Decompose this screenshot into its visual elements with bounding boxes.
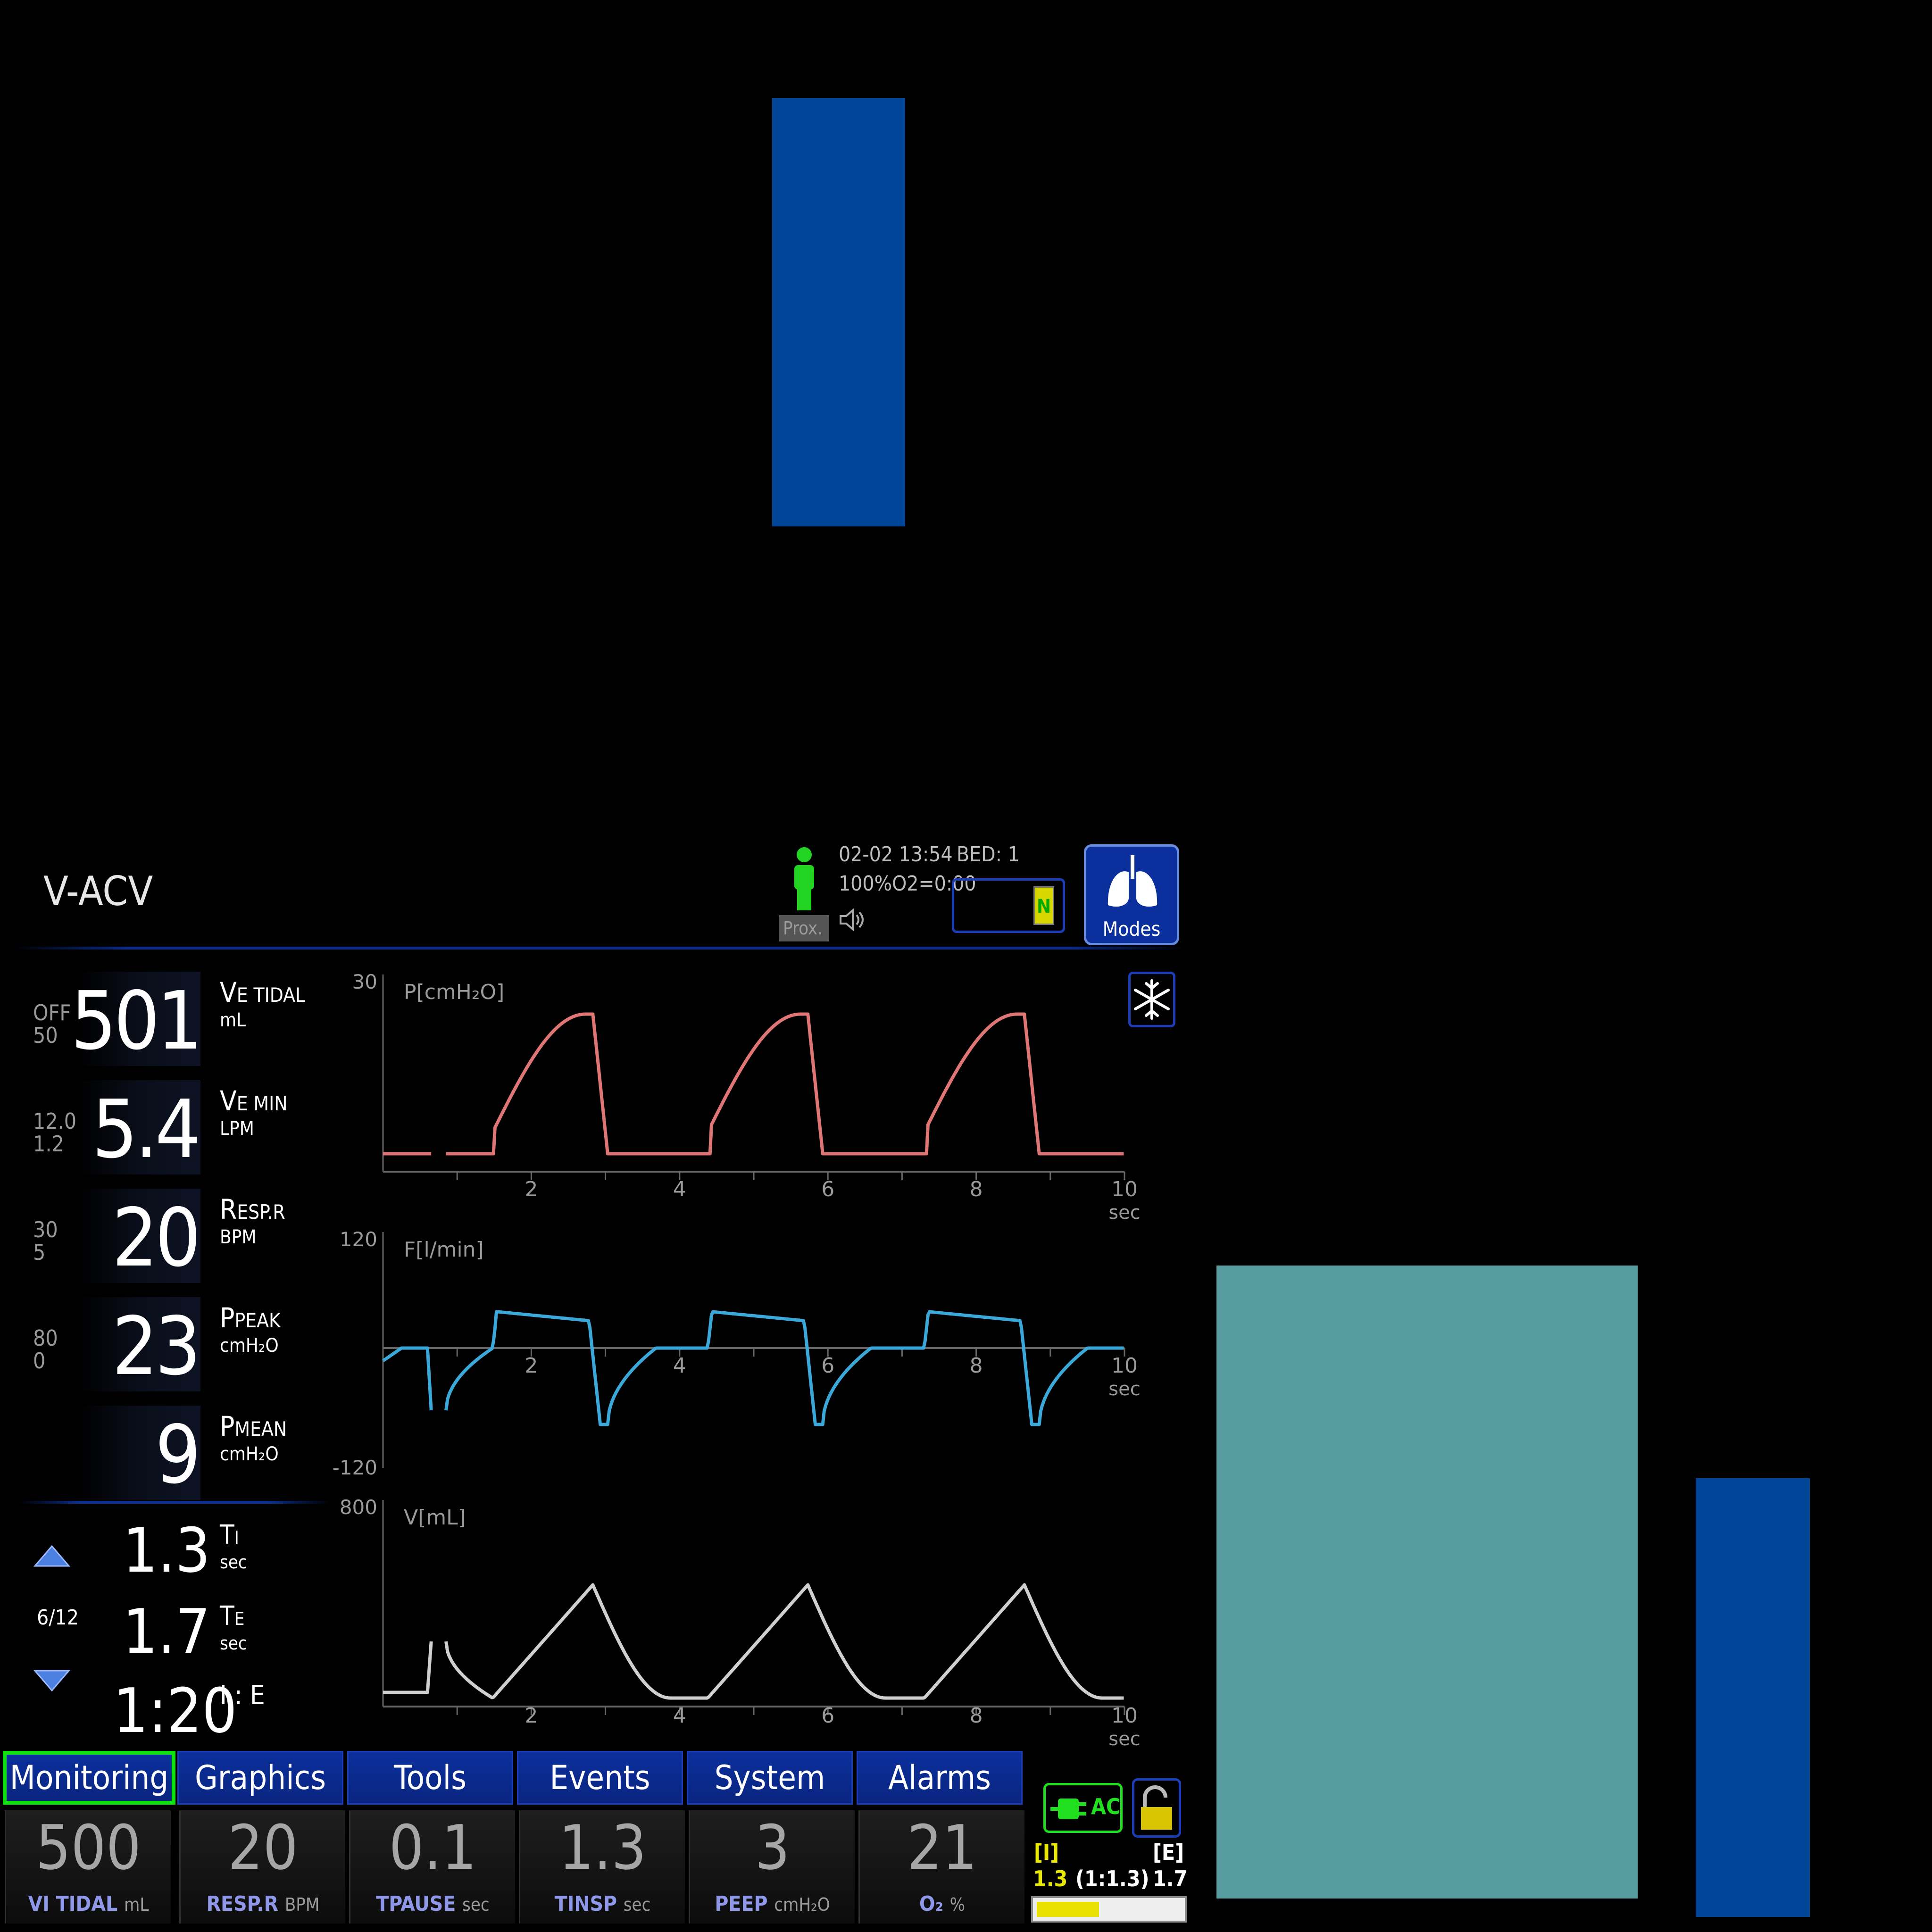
pressure-waveform (446, 1012, 1124, 1156)
setting-button[interactable]: 500 VI TIDAL mL (5, 1810, 171, 1924)
i-time-value: 1.3 (1033, 1866, 1068, 1891)
x-tick-label: 2 (525, 1177, 538, 1201)
x-unit-label: sec (1108, 1378, 1140, 1400)
volume-label: V[mL] (404, 1506, 466, 1530)
lock-button[interactable] (1132, 1778, 1181, 1838)
setting-label: TINSP sec (554, 1892, 651, 1916)
setting-label: RESP.R BPM (206, 1892, 320, 1916)
x-tick-label: 10 (1111, 1704, 1138, 1728)
x-tick-label: 4 (673, 1704, 686, 1728)
pressure-ymax-label: 30 (352, 970, 377, 993)
x-tick-label: 2 (525, 1704, 538, 1728)
tab-monitoring[interactable]: Monitoring (3, 1751, 175, 1805)
flow-ymin-label: -120 (333, 1456, 377, 1479)
x-tick-label: 6 (821, 1354, 834, 1378)
flow-waveform (444, 1310, 1124, 1426)
flow-label: F[l/min] (404, 1238, 484, 1262)
x-tick-label: 8 (970, 1704, 983, 1728)
ie-progress-bar (1031, 1896, 1187, 1923)
flow-waveform (382, 1346, 433, 1411)
x-tick-label: 10 (1111, 1354, 1138, 1378)
ie-ratio: (1:1.3) (1075, 1866, 1149, 1891)
teal-block (1216, 1266, 1638, 1899)
tab-events[interactable]: Events (517, 1751, 683, 1805)
setting-button[interactable]: 20 RESP.R BPM (179, 1810, 345, 1924)
x-tick-label: 8 (970, 1177, 983, 1201)
setting-button[interactable]: 21 O₂ % (858, 1810, 1024, 1924)
tab-system[interactable]: System (687, 1751, 853, 1805)
setting-button[interactable]: 0.1 TPAUSE sec (349, 1810, 515, 1924)
setting-value: 3 (755, 1812, 790, 1883)
plug-icon (1050, 1799, 1086, 1819)
volume-waveform (444, 1583, 1124, 1700)
i-label: [I] (1034, 1840, 1059, 1865)
volume-waveform (383, 1641, 433, 1694)
setting-button[interactable]: 3 PEEP cmH₂O (689, 1810, 855, 1924)
e-time-value: 1.7 (1153, 1866, 1188, 1891)
setting-label: O₂ % (919, 1892, 966, 1916)
x-tick-label: 8 (970, 1354, 983, 1378)
tab-alarms[interactable]: Alarms (857, 1751, 1023, 1805)
tab-tools[interactable]: Tools (347, 1751, 513, 1805)
x-tick-label: 4 (673, 1354, 686, 1378)
blue-block-right (1696, 1478, 1810, 1917)
setting-value: 500 (35, 1812, 142, 1883)
ie-progress-fill (1037, 1902, 1099, 1917)
x-unit-label: sec (1108, 1728, 1140, 1750)
tab-graphics[interactable]: Graphics (177, 1751, 343, 1805)
unlock-icon (1141, 1785, 1172, 1830)
pressure-label: P[cmH₂O] (404, 980, 504, 1004)
x-tick-label: 6 (821, 1704, 834, 1728)
x-tick-label: 10 (1111, 1177, 1138, 1201)
x-unit-label: sec (1108, 1202, 1140, 1224)
setting-label: TPAUSE sec (376, 1892, 490, 1916)
setting-value: 0.1 (389, 1812, 477, 1883)
setting-value: 1.3 (558, 1812, 647, 1883)
setting-value: 21 (907, 1812, 977, 1883)
x-tick-label: 2 (525, 1354, 538, 1378)
setting-button[interactable]: 1.3 TINSP sec (519, 1810, 685, 1924)
ac-power-indicator: AC (1043, 1783, 1123, 1833)
ac-label: AC (1091, 1794, 1121, 1819)
x-tick-label: 6 (821, 1177, 834, 1201)
e-label: [E] (1153, 1840, 1184, 1865)
setting-value: 20 (228, 1812, 298, 1883)
setting-label: VI TIDAL mL (28, 1892, 149, 1916)
flow-ymax-label: 120 (340, 1228, 377, 1251)
x-tick-label: 4 (673, 1177, 686, 1201)
waveform-area: 2 4 6 8 10secP[cmH₂O]302 4 6 8 10secF[l/min]1202… (333, 970, 1141, 1750)
setting-label: PEEP cmH₂O (715, 1892, 830, 1916)
volume-ymax-label: 800 (340, 1496, 377, 1519)
